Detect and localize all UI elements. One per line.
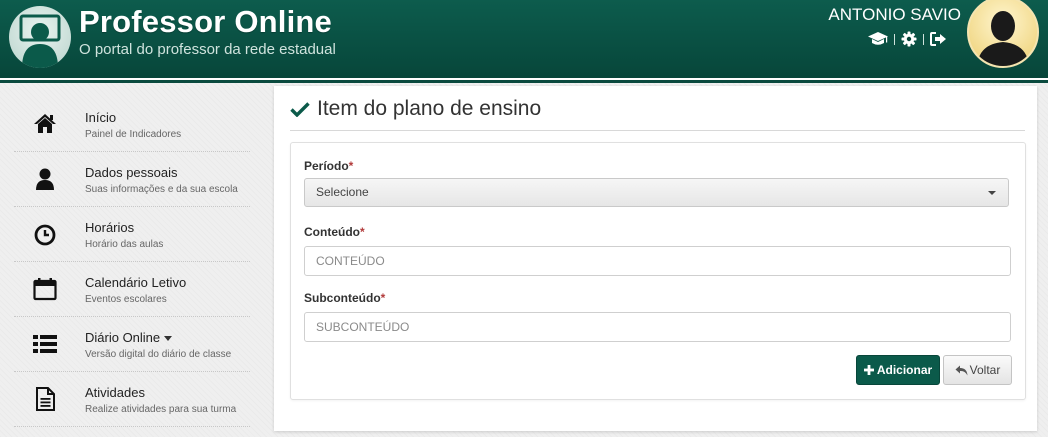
subconteudo-label: Subconteúdo* — [304, 291, 385, 305]
form-panel: Período* Selecione Conteúdo* Subconteúdo… — [290, 142, 1026, 400]
conteudo-label-text: Conteúdo — [304, 225, 360, 239]
chevron-down-icon — [164, 336, 173, 342]
sidebar-item-sublabel: Realize atividades para sua turma — [85, 404, 237, 415]
divider — [894, 33, 895, 45]
sidebar-item-sublabel: Painel de Indicadores — [85, 129, 182, 140]
graduation-cap-icon[interactable] — [868, 31, 888, 47]
sign-out-icon[interactable] — [930, 32, 947, 46]
title-divider — [290, 130, 1025, 131]
sidebar-item-calendario[interactable]: Calendário Letivo Eventos escolares — [14, 262, 250, 317]
sidebar-item-sublabel: Suas informações e da sua escola — [85, 184, 238, 195]
sidebar-item-label: Dados pessoais — [85, 165, 178, 180]
back-button[interactable]: Voltar — [943, 355, 1012, 385]
sidebar-item-label: Horários — [85, 220, 135, 235]
page-title: Item do plano de ensino — [290, 97, 541, 121]
periodo-select[interactable]: Selecione — [304, 178, 1009, 207]
sidebar-item-inicio[interactable]: Início Painel de Indicadores — [14, 97, 250, 152]
periodo-label: Período* — [304, 159, 353, 173]
check-icon — [290, 102, 310, 117]
sidebar-item-label: Diário Online — [85, 330, 173, 345]
required-mark: * — [380, 291, 386, 305]
add-button-label: Adicionar — [876, 363, 933, 377]
clock-icon — [32, 221, 58, 247]
sidebar-item-horarios[interactable]: Horários Horário das aulas — [14, 207, 250, 262]
subconteudo-label-text: Subconteúdo — [304, 291, 381, 305]
calendar-icon — [32, 276, 58, 302]
add-button[interactable]: Adicionar — [856, 355, 940, 385]
chevron-down-icon — [988, 191, 996, 195]
sidebar-item-sublabel: Horário das aulas — [85, 239, 164, 250]
user-actions — [868, 30, 947, 48]
sidebar-item-sublabel: Eventos escolares — [85, 294, 167, 305]
app-title: Professor Online — [79, 4, 332, 39]
sidebar-item-dados-pessoais[interactable]: Dados pessoais Suas informações e da sua… — [14, 152, 250, 207]
sidebar-item-label: Calendário Letivo — [85, 275, 187, 290]
sidebar-nav: Início Painel de Indicadores Dados pesso… — [14, 97, 250, 427]
app-header: Professor Online O portal do professor d… — [0, 0, 1048, 78]
reply-icon — [955, 365, 968, 375]
divider — [923, 33, 924, 45]
sidebar-item-atividades[interactable]: Atividades Realize atividades para sua t… — [14, 372, 250, 427]
home-icon — [32, 111, 58, 137]
subconteudo-input[interactable] — [304, 312, 1011, 342]
page-title-text: Item do plano de ensino — [317, 97, 542, 120]
periodo-label-text: Período — [304, 159, 349, 173]
gear-icon[interactable] — [901, 31, 917, 47]
main-panel: Item do plano de ensino Período* Selecio… — [274, 86, 1037, 431]
teacher-logo-icon[interactable] — [9, 6, 71, 68]
user-name: ANTONIO SAVIO — [828, 5, 961, 24]
periodo-selected-value: Selecione — [316, 185, 369, 199]
sidebar-item-sublabel: Versão digital do diário de classe — [85, 349, 232, 360]
sidebar-item-label: Início — [85, 110, 117, 125]
user-icon — [32, 166, 58, 192]
sidebar-item-label: Atividades — [85, 385, 145, 400]
conteudo-label: Conteúdo* — [304, 225, 365, 239]
sidebar-item-diario-online[interactable]: Diário Online Versão digital do diário d… — [14, 317, 250, 372]
plus-icon — [863, 365, 874, 375]
conteudo-input[interactable] — [304, 246, 1011, 276]
required-mark: * — [360, 225, 365, 239]
back-button-label: Voltar — [969, 363, 1001, 377]
app-subtitle: O portal do professor da rede estadual — [79, 41, 336, 58]
sidebar-item-label-text: Diário Online — [85, 330, 161, 345]
required-mark: * — [348, 159, 354, 173]
list-icon — [32, 331, 58, 357]
header-divider — [0, 80, 1048, 83]
file-text-icon — [32, 386, 58, 412]
avatar[interactable] — [967, 0, 1039, 68]
